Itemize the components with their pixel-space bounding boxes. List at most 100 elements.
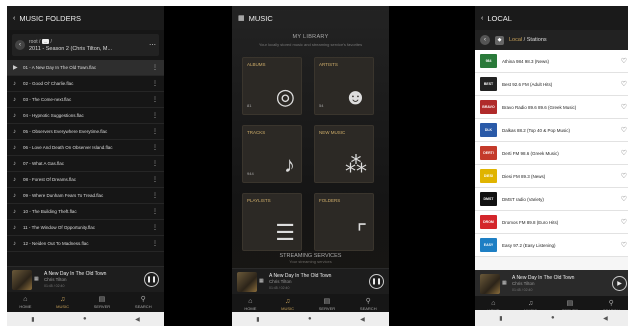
track-row[interactable]: ♪ 03 - The Come-next.flac ⋮ xyxy=(7,92,164,108)
nav-label: HOME xyxy=(244,305,257,311)
nav-search[interactable]: ⚲SEARCH xyxy=(360,298,377,311)
track-row[interactable]: ♪ 09 - Where Dunham Fears To Tread.flac ⋮ xyxy=(7,188,164,204)
recents-icon[interactable]: ▮ xyxy=(31,316,34,323)
station-name: Derti FM 98.6 (Greek Music) xyxy=(502,150,559,156)
mini-player[interactable]: ▦ A New Day In The Old Town Chris Tilton… xyxy=(475,270,628,296)
track-row[interactable]: ♪ 07 - What A Gas.flac ⋮ xyxy=(7,156,164,172)
tile-new-music[interactable]: NEW MUSIC ⁂ xyxy=(314,125,374,183)
heart-icon[interactable]: ♡ xyxy=(621,57,627,65)
station-row[interactable]: DROM Dromos FM 89.8 (Euro Hits) ♡ xyxy=(475,211,628,234)
phone-music-folders: ‹ MUSIC FOLDERS ‹ root / ... / 2011 - Se… xyxy=(7,6,164,326)
nav-home[interactable]: ⌂HOME xyxy=(19,296,31,309)
heart-icon[interactable]: ♡ xyxy=(621,172,627,180)
heart-icon[interactable]: ♡ xyxy=(621,126,627,134)
play-icon[interactable]: ▶ xyxy=(612,276,627,291)
track-row[interactable]: ♪ 06 - Love And Death On Observer Island.… xyxy=(7,140,164,156)
breadcrumb-root[interactable]: root xyxy=(29,39,38,45)
track-menu-icon[interactable]: ⋮ xyxy=(152,208,158,215)
station-row[interactable]: BEST Best 92.6 FM (Adult Hits) ♡ xyxy=(475,73,628,96)
back-arrow-icon[interactable]: ‹ xyxy=(480,35,490,45)
station-name: Easy 97.2 (Easy Listening) xyxy=(502,242,556,248)
station-row[interactable]: DIESI Diesi FM 89.3 (News) ♡ xyxy=(475,165,628,188)
recents-icon[interactable]: ▮ xyxy=(256,316,259,323)
track-row[interactable]: ▶ 01 - A New Day In The Old Town.flac ⋮ xyxy=(7,60,164,76)
recents-icon[interactable]: ▮ xyxy=(499,315,502,322)
back-chevron-icon[interactable]: ‹ xyxy=(481,15,483,22)
breadcrumb-local[interactable]: Local xyxy=(509,37,522,43)
nav-server[interactable]: ▤SERVER xyxy=(94,296,110,309)
nav-label: HOME xyxy=(19,303,32,309)
tile-folders[interactable]: FOLDERS ⌜ xyxy=(314,193,374,251)
track-menu-icon[interactable]: ⋮ xyxy=(152,80,158,87)
tile-tracks[interactable]: TRACKS 944 ♪ xyxy=(242,125,302,183)
android-back-icon[interactable]: ◀ xyxy=(360,316,365,323)
breadcrumb-badge[interactable]: ... xyxy=(41,38,50,44)
nav-music[interactable]: ♫MUSIC xyxy=(56,296,69,309)
track-row[interactable]: ♪ 02 - Good Ol' Charlie.flac ⋮ xyxy=(7,76,164,92)
track-menu-icon[interactable]: ⋮ xyxy=(152,240,158,247)
track-row[interactable]: ♪ 10 - The Building Theft.flac ⋮ xyxy=(7,204,164,220)
android-back-icon[interactable]: ◀ xyxy=(603,315,608,322)
heart-icon[interactable]: ♡ xyxy=(621,241,627,249)
track-menu-icon[interactable]: ⋮ xyxy=(152,224,158,231)
station-row[interactable]: 984 Athina 984 98.3 (News) ♡ xyxy=(475,50,628,73)
flame-icon: ⁂ xyxy=(345,152,367,177)
station-row[interactable]: EASY Easy 97.2 (Easy Listening) ♡ xyxy=(475,234,628,257)
android-home-icon[interactable]: ● xyxy=(308,316,312,322)
track-row[interactable]: ♪ 08 - Forest Of Dreams.flac ⋮ xyxy=(7,172,164,188)
track-menu-icon[interactable]: ⋮ xyxy=(152,96,158,103)
station-list: 984 Athina 984 98.3 (News) ♡ BEST Best 92.6… xyxy=(475,50,628,257)
track-row[interactable]: ♪ 11 - The Window Of Opportunity.flac ⋮ xyxy=(7,220,164,236)
page-title: MUSIC xyxy=(248,13,273,23)
nav-music[interactable]: ♫MUSIC xyxy=(281,298,294,311)
track-menu-icon[interactable]: ⋮ xyxy=(152,144,158,151)
nav-server[interactable]: ▤SERVER xyxy=(319,298,335,311)
track-menu-icon[interactable]: ⋮ xyxy=(152,128,158,135)
tile-label: NEW MUSIC xyxy=(319,130,346,135)
phone-music-library: ▦ MUSIC MY LIBRARY Your locally stored m… xyxy=(232,6,389,326)
more-options-icon[interactable]: ⋯ xyxy=(149,41,156,49)
tile-albums[interactable]: ALBUMS 81 ◎ xyxy=(242,57,302,115)
back-chevron-icon[interactable]: ‹ xyxy=(13,15,15,22)
track-label: 10 - The Building Theft.flac xyxy=(23,209,77,214)
track-row[interactable]: ♪ 05 - Observers Everywhere Everytime.fla… xyxy=(7,124,164,140)
station-row[interactable]: DLK Dalkas 88.2 (Top 40 & Pop Music) ♡ xyxy=(475,119,628,142)
heart-icon[interactable]: ♡ xyxy=(621,103,627,111)
queue-icon[interactable]: ▦ xyxy=(259,278,264,284)
station-row[interactable]: DMST DMST radio (Variety) ♡ xyxy=(475,188,628,211)
search-icon: ⚲ xyxy=(365,297,371,305)
heart-icon[interactable]: ♡ xyxy=(621,195,627,203)
pause-icon[interactable]: ❚❚ xyxy=(369,274,384,289)
mini-player[interactable]: ▦ A New Day In The Old Town Chris Tilton… xyxy=(7,266,164,292)
android-home-icon[interactable]: ● xyxy=(551,315,555,321)
heart-icon[interactable]: ♡ xyxy=(621,80,627,88)
station-row[interactable]: BRAVO Bravo Radio 89.6 89.6 (Greek Music)… xyxy=(475,96,628,119)
tile-artists[interactable]: ARTISTS 54 ☻ xyxy=(314,57,374,115)
track-row[interactable]: ♪ 04 - Hypnotic Suggestions.flac ⋮ xyxy=(7,108,164,124)
track-menu-icon[interactable]: ⋮ xyxy=(152,64,158,71)
tile-count: 81 xyxy=(247,103,252,108)
nav-home[interactable]: ⌂HOME xyxy=(244,298,256,311)
back-arrow-icon[interactable]: ‹ xyxy=(15,40,25,50)
shield-icon: ◆ xyxy=(495,35,504,45)
track-menu-icon[interactable]: ⋮ xyxy=(152,176,158,183)
track-menu-icon[interactable]: ⋮ xyxy=(152,112,158,119)
android-home-icon[interactable]: ● xyxy=(83,316,87,322)
mini-player[interactable]: ▦ A New Day In The Old Town Chris Tilton… xyxy=(232,268,389,294)
android-back-icon[interactable]: ◀ xyxy=(135,316,140,323)
track-label: 11 - The Window Of Opportunity.flac xyxy=(23,225,96,230)
station-row[interactable]: DERTI Derti FM 98.6 (Greek Music) ♡ xyxy=(475,142,628,165)
nav-search[interactable]: ⚲SEARCH xyxy=(135,296,152,309)
track-label: 08 - Forest Of Dreams.flac xyxy=(23,177,77,182)
queue-icon[interactable]: ▦ xyxy=(502,280,507,286)
music-note-icon: ♪ xyxy=(13,240,16,247)
tile-playlists[interactable]: PLAYLISTS ☰ xyxy=(242,193,302,251)
pause-icon[interactable]: ❚❚ xyxy=(144,272,159,287)
track-menu-icon[interactable]: ⋮ xyxy=(152,192,158,199)
heart-icon[interactable]: ♡ xyxy=(621,218,627,226)
heart-icon[interactable]: ♡ xyxy=(621,149,627,157)
station-logo: BEST xyxy=(480,77,497,91)
queue-icon[interactable]: ▦ xyxy=(34,276,39,282)
track-menu-icon[interactable]: ⋮ xyxy=(152,160,158,167)
track-row[interactable]: ♪ 12 - Neiden Out To Madness.flac ⋮ xyxy=(7,236,164,252)
